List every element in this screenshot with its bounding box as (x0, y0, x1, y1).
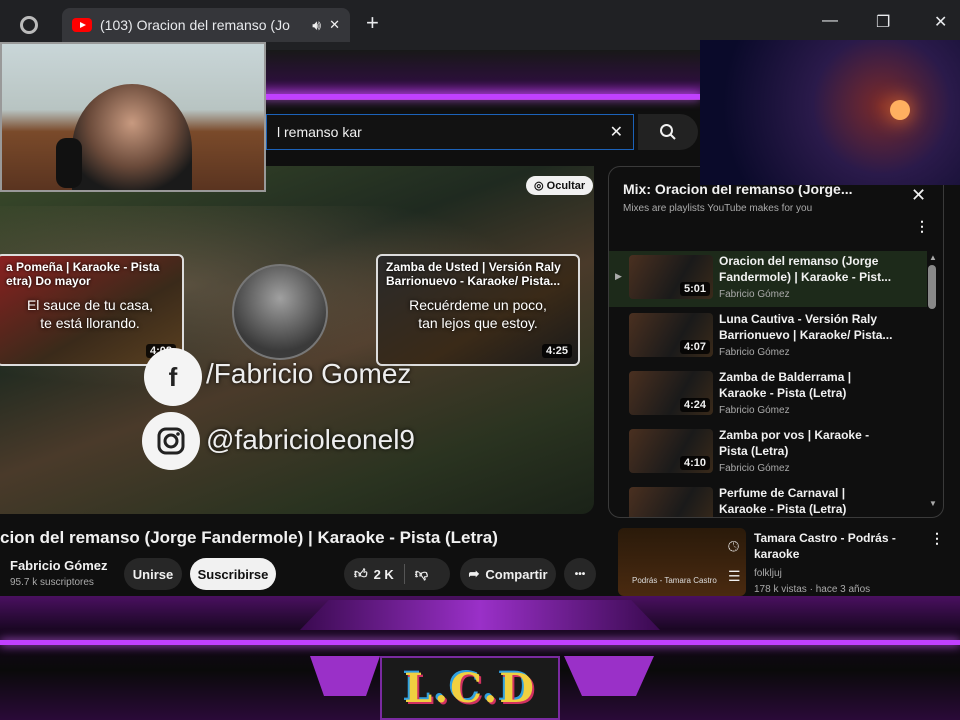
tab-title: (103) Oracion del remanso (Jo (100, 17, 290, 33)
instagram-handle: @fabricioleonel9 (206, 424, 415, 455)
speaker-icon[interactable]: 🔊︎ (312, 17, 321, 34)
recommended-thumbnail: Podrás - Tamara Castro 🕓︎ ☰ (618, 528, 746, 596)
browser-logo-icon[interactable] (20, 16, 38, 34)
hide-label: Ocultar (546, 180, 586, 192)
playlist-item[interactable]: ▶ 5:01 Oracion del remanso (Jorge Fander… (609, 251, 927, 307)
streamer-figure (72, 84, 192, 190)
playlist-subtitle: Mixes are playlists YouTube makes for yo… (623, 203, 813, 214)
close-playlist-icon[interactable]: ✕ (911, 185, 926, 206)
playlist-thumbnail (629, 487, 713, 517)
playlist-thumbnail: 4:10 (629, 429, 713, 473)
microphone-icon (56, 138, 82, 188)
playlist-item-title: Luna Cautiva - Versión Raly Barrionuevo … (719, 312, 893, 342)
facebook-handle: /Fabricio Gomez (206, 358, 412, 389)
playlist-thumbnail: 5:01 (629, 255, 713, 299)
search-button[interactable] (638, 114, 698, 150)
neon-bar-bottom (0, 640, 960, 645)
recommended-menu-icon[interactable]: ⋮ (930, 530, 944, 547)
like-button[interactable]: 👍︎ 2 K (354, 566, 394, 582)
share-label: Compartir (485, 566, 548, 582)
playlist-item[interactable]: 4:10 Zamba por vos | Karaoke - Pista (Le… (609, 425, 927, 481)
playlist-item[interactable]: Perfume de Carnaval | Karaoke - Pista (L… (609, 483, 927, 517)
search-icon (660, 124, 676, 140)
endcard-right-duration: 4:25 (541, 344, 572, 358)
lcd-logo: L.C.D (380, 656, 560, 720)
subscriber-count: 95.7 k suscriptores (10, 577, 94, 588)
recommended-title: Tamara Castro - Podrás - karaoke (754, 531, 896, 561)
endcard-right[interactable]: Zamba de Usted | Versión Raly Barrionuev… (376, 254, 580, 366)
recommended-meta: 178 k vistas · hace 3 años (754, 584, 871, 595)
add-to-queue-icon[interactable]: ☰ (728, 568, 741, 585)
minimize-button[interactable]: — (822, 12, 838, 30)
share-icon: ➦ (468, 566, 480, 581)
youtube-logo-icon (72, 18, 92, 32)
endcard-left[interactable]: a Pomeña | Karaoke - Pista etra) Do mayo… (0, 254, 184, 366)
like-count: 2 K (373, 566, 394, 582)
instagram-icon (142, 412, 200, 470)
playlist-item-channel: Fabricio Gómez (719, 405, 790, 416)
endcard-left-title: a Pomeña | Karaoke - Pista etra) Do mayo… (6, 260, 160, 288)
like-dislike-group: 👍︎ 2 K 👎︎ (344, 558, 450, 590)
channel-avatar[interactable] (232, 264, 328, 360)
tab-youtube[interactable]: (103) Oracion del remanso (Jo 🔊︎ ✕ (62, 8, 350, 42)
playlist-item-title: Perfume de Carnaval | Karaoke - Pista (L… (719, 486, 847, 516)
endcard-left-lyric: El sauce de tu casa, te está llorando. (26, 297, 154, 331)
video-title: cion del remanso (Jorge Fandermole) | Ka… (0, 528, 498, 547)
divider (403, 564, 405, 584)
playlist-item[interactable]: 4:24 Zamba de Balderrama | Karaoke - Pis… (609, 367, 927, 423)
clear-search-icon[interactable]: ✕ (610, 122, 623, 142)
playlist-scrollbar[interactable]: ▲ ▼ (927, 253, 937, 509)
playlist-thumbnail: 4:07 (629, 313, 713, 357)
facebook-icon: f (144, 348, 202, 406)
search-input[interactable]: l remanso kar ✕ (266, 114, 634, 150)
playlist-duration: 4:10 (679, 456, 710, 470)
playlist-menu-icon[interactable]: ⋮ (915, 219, 929, 233)
tab-close-icon[interactable]: ✕ (329, 17, 340, 33)
join-button[interactable]: Unirse (124, 558, 182, 590)
more-actions-button[interactable]: ••• (564, 558, 596, 590)
search-row: l remanso kar ✕ (266, 114, 700, 150)
endcard-right-lyric: Recuérdeme un poco, tan lejos que estoy. (409, 297, 547, 331)
playlist-item-title: Zamba de Balderrama | Karaoke - Pista (L… (719, 370, 852, 400)
close-button[interactable]: ✕ (934, 12, 947, 32)
thumbs-up-icon: 👍︎ (354, 566, 368, 581)
recommended-video[interactable]: Podrás - Tamara Castro 🕓︎ ☰ Tamara Castr… (608, 528, 948, 596)
hide-endcards-button[interactable]: ◎ Ocultar (526, 176, 594, 195)
recommended-channel: folkljuj (754, 568, 782, 579)
restore-button[interactable]: ❐ (876, 12, 890, 32)
overlay-center-plate (300, 600, 660, 630)
playlist-item[interactable]: 4:07 Luna Cautiva - Versión Raly Barrion… (609, 309, 927, 365)
new-tab-button[interactable]: + (366, 10, 379, 36)
room-light (890, 100, 910, 120)
playlist-item-channel: Fabricio Gómez (719, 463, 790, 474)
webcam-streamer (0, 42, 266, 192)
share-button[interactable]: ➦ Compartir (460, 558, 556, 590)
scroll-up-icon[interactable]: ▲ (929, 253, 937, 262)
playlist-duration: 5:01 (679, 282, 710, 296)
eye-off-icon: ◎ (534, 180, 547, 192)
playlist-item-channel: Fabricio Gómez (719, 347, 790, 358)
channel-name[interactable]: Fabricio Gómez (10, 558, 108, 573)
playlist-item-channel: Fabricio Gómez (719, 289, 790, 300)
scrollbar-thumb[interactable] (928, 265, 936, 309)
playlist-panel: Mix: Oracion del remanso (Jorge... Mixes… (608, 166, 944, 518)
playlist-item-title: Oracion del remanso (Jorge Fandermole) |… (719, 254, 892, 284)
subscribe-button[interactable]: Suscribirse (190, 558, 276, 590)
scroll-down-icon[interactable]: ▼ (929, 499, 937, 508)
playlist-duration: 4:07 (679, 340, 710, 354)
endcard-right-title: Zamba de Usted | Versión Raly Barrionuev… (386, 260, 561, 288)
recommended-thumb-caption: Podrás - Tamara Castro (632, 576, 717, 585)
webcam-room (700, 40, 960, 185)
watch-later-icon[interactable]: 🕓︎ (728, 538, 739, 555)
now-playing-icon: ▶ (615, 271, 622, 281)
video-player[interactable]: ◎ Ocultar a Pomeña | Karaoke - Pista etr… (0, 166, 594, 514)
playlist-item-title: Zamba por vos | Karaoke - Pista (Letra) (719, 428, 870, 458)
playlist-thumbnail: 4:24 (629, 371, 713, 415)
thumbs-down-icon[interactable]: 👎︎ (415, 566, 428, 582)
playlist-duration: 4:24 (679, 398, 710, 412)
neon-bar-top (260, 94, 700, 99)
search-input-value: l remanso kar (277, 124, 362, 140)
